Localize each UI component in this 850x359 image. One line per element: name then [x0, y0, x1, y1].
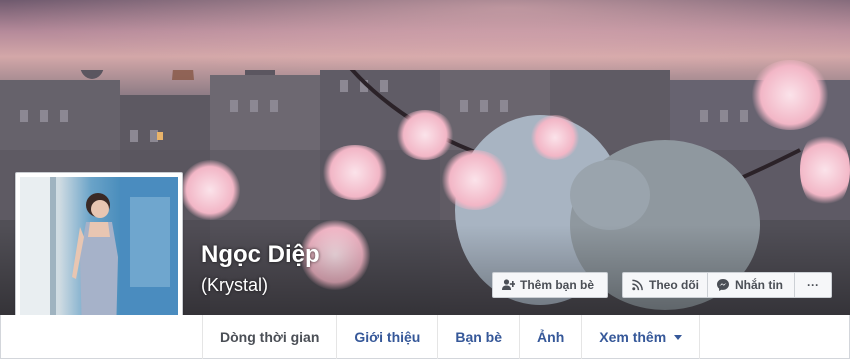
profile-tabs: Dòng thời gian Giới thiệu Bạn bè Ảnh Xem… [202, 315, 701, 359]
tab-friends[interactable]: Bạn bè [437, 315, 519, 359]
action-button-group: Theo dõi Nhắn tin ··· [622, 272, 832, 298]
add-friend-icon [502, 279, 515, 290]
tab-label: Xem thêm [599, 329, 667, 345]
cover-blossom [395, 110, 455, 160]
cover-blossom [180, 160, 240, 220]
profile-photo [20, 177, 178, 335]
profile-alternate-name: (Krystal) [201, 275, 268, 295]
more-options-button[interactable]: ··· [795, 272, 832, 298]
profile-nav-bar: Dòng thời gian Giới thiệu Bạn bè Ảnh Xem… [0, 315, 850, 359]
follow-button[interactable]: Theo dõi [622, 272, 708, 298]
profile-name[interactable]: Ngọc Diệp [201, 240, 320, 270]
message-button[interactable]: Nhắn tin [708, 272, 795, 298]
rss-icon [632, 279, 643, 291]
cover-blossom [440, 150, 510, 210]
messenger-icon [717, 279, 729, 291]
cover-blossom [800, 130, 850, 210]
tab-more[interactable]: Xem thêm [581, 315, 701, 359]
cover-blossom [320, 145, 390, 200]
cover-sky [0, 0, 850, 80]
profile-figure [20, 177, 178, 335]
more-options-icon: ··· [807, 278, 819, 292]
cover-blossom [530, 115, 580, 160]
tab-photos[interactable]: Ảnh [519, 315, 581, 359]
add-friend-label: Thêm bạn bè [520, 278, 595, 292]
tab-label: Bạn bè [455, 329, 503, 345]
tab-label: Ảnh [537, 329, 565, 345]
tab-label: Giới thiệu [354, 329, 421, 345]
follow-label: Theo dõi [649, 278, 699, 292]
cover-blossom [750, 60, 830, 130]
tab-timeline[interactable]: Dòng thời gian [202, 315, 336, 359]
add-friend-button[interactable]: Thêm bạn bè [492, 272, 608, 298]
tab-about[interactable]: Giới thiệu [336, 315, 437, 359]
tab-label: Dòng thời gian [220, 329, 320, 345]
chevron-down-icon [674, 334, 683, 340]
message-label: Nhắn tin [735, 278, 783, 292]
profile-name-block: Ngọc Diệp (Krystal) [201, 240, 320, 298]
